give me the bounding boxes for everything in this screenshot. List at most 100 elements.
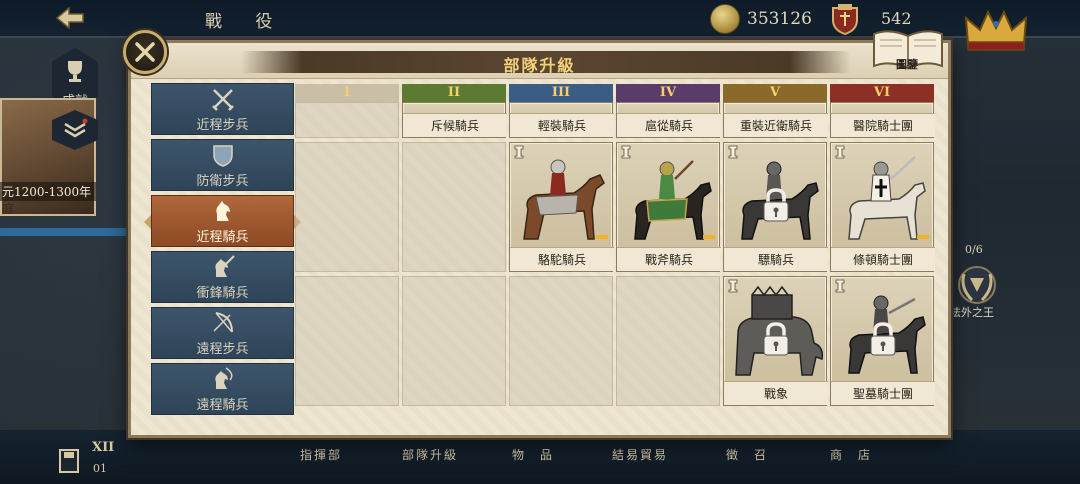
unit-card[interactable]: 輕裝騎兵 (509, 102, 614, 138)
era-label: 元1200-1300年 (0, 182, 96, 201)
camel-rider-icon (523, 159, 605, 240)
empty-slot (295, 102, 399, 138)
nav-trade[interactable]: 結易貿易 (612, 446, 668, 463)
unit-name: 駱駝騎兵 (510, 247, 614, 271)
modal-header: 部隊升級 (131, 43, 948, 79)
nav-upgrade[interactable]: 部隊升級 (402, 446, 458, 463)
coin-value: 353126 (747, 9, 812, 29)
coin-icon (710, 4, 740, 34)
tier-header-2: II (402, 84, 506, 102)
page-title: 戰 役 (205, 12, 287, 32)
lock-icon (763, 188, 789, 222)
unit-card[interactable]: 戰象 (723, 276, 828, 406)
tier-column-6: 醫院騎士團 條頓騎士團 聖墓騎士團 (830, 102, 935, 435)
unit-card[interactable]: 條頓騎士團 (830, 142, 935, 272)
unit-card[interactable]: 斥候騎兵 (402, 102, 507, 138)
save-icon[interactable] (58, 448, 80, 474)
axe-rider-icon (634, 160, 712, 240)
unit-card[interactable]: 聖墓騎士團 (830, 276, 935, 406)
bow-icon (212, 311, 233, 332)
chapter-number: XII (92, 440, 115, 455)
bottom-nav: 指揮部 部隊升級 物 品 結易貿易 徵 召 商 店 (290, 440, 890, 480)
category-ranged-infantry[interactable]: 遠程步兵 (151, 307, 294, 359)
troop-upgrade-modal: 部隊升級 近程步兵 防衛步兵 近程騎兵 衝鋒騎兵 遠程步兵 遠程騎兵 I II … (128, 40, 951, 438)
category-label: 防衛步兵 (196, 173, 249, 189)
category-label: 遠程步兵 (196, 341, 249, 357)
empty-slot (616, 276, 720, 406)
back-button[interactable] (40, 2, 100, 34)
empty-slot (402, 276, 506, 406)
category-label: 近程步兵 (196, 117, 249, 133)
category-label: 衝鋒騎兵 (196, 285, 249, 301)
empty-slot (295, 276, 399, 406)
category-defense-infantry[interactable]: 防衛步兵 (151, 139, 294, 191)
unit-name: 輕裝騎兵 (510, 113, 614, 137)
unit-card[interactable]: 戰斧騎兵 (616, 142, 721, 272)
rank-bar (917, 235, 929, 239)
badge-label: 法外之王 (950, 306, 994, 319)
rank-bar (703, 235, 715, 239)
back-arrow-icon (55, 6, 84, 30)
nav-recruit[interactable]: 徵 召 (726, 446, 768, 463)
unit-name: 聖墓騎士團 (831, 381, 935, 405)
empty-slot (295, 142, 399, 272)
unit-card[interactable]: 驃騎兵 (723, 142, 828, 272)
trophy-icon (68, 61, 82, 82)
category-melee-cavalry[interactable]: 近程騎兵 (144, 195, 301, 247)
teutonic-knight-icon (848, 156, 926, 240)
crest-icon (832, 4, 858, 36)
category-melee-infantry[interactable]: 近程步兵 (151, 83, 294, 135)
tier-column-4: 扈從騎兵 戰斧騎兵 (616, 102, 721, 435)
lock-icon (870, 322, 896, 356)
unit-name: 醫院騎士團 (831, 113, 935, 137)
unit-name: 扈從騎兵 (617, 113, 721, 137)
modal-title: 部隊升級 (503, 56, 576, 75)
chapter-page: 01 (93, 462, 107, 475)
category-list: 近程步兵 防衛步兵 近程騎兵 衝鋒騎兵 遠程步兵 遠程騎兵 (144, 83, 301, 418)
unit-card[interactable]: 醫院騎士團 (830, 102, 935, 138)
nav-shop[interactable]: 商 店 (830, 446, 872, 463)
progress-strip (0, 228, 130, 236)
tier-header-6: VI (830, 84, 934, 102)
unit-name: 斥候騎兵 (403, 113, 507, 137)
tier-column-1 (295, 102, 399, 435)
shield-icon (212, 144, 233, 167)
category-ranged-cavalry[interactable]: 遠程騎兵 (151, 363, 294, 415)
tier-headers: I II III IV V VI (295, 84, 935, 102)
empty-slot (509, 276, 613, 406)
crossed-swords-icon (211, 88, 234, 111)
layers-icon (64, 118, 88, 138)
category-label: 遠程騎兵 (196, 397, 249, 413)
close-button[interactable] (123, 30, 167, 74)
tier-header-1: I (295, 84, 399, 102)
crown-icon[interactable] (962, 4, 1030, 54)
lock-icon (763, 322, 789, 356)
atlas-label: 圖鑒 (896, 58, 918, 71)
tier-column-3: 輕裝騎兵 駱駝騎兵 (509, 102, 614, 435)
tier-column-2: 斥候騎兵 (402, 102, 507, 435)
unit-name: 重裝近衛騎兵 (724, 113, 828, 137)
era-sub-label: 庭 (2, 202, 15, 216)
unit-name: 條頓騎士團 (831, 247, 935, 271)
unit-card[interactable]: 扈從騎兵 (616, 102, 721, 138)
nav-command[interactable]: 指揮部 (300, 446, 342, 463)
unit-card[interactable]: 重裝近衛騎兵 (723, 102, 828, 138)
lance-horse-icon (214, 254, 235, 277)
rank-bar (596, 235, 608, 239)
unit-name: 戰斧騎兵 (617, 247, 721, 271)
nav-items[interactable]: 物 品 (512, 446, 554, 463)
empty-slot (402, 142, 506, 272)
tier-column-5: 重裝近衛騎兵 驃騎兵 戰象 (723, 102, 828, 435)
unit-card[interactable]: 駱駝騎兵 (509, 142, 614, 272)
close-icon (135, 42, 155, 62)
unit-name: 驃騎兵 (724, 247, 828, 271)
unit-name: 戰象 (724, 381, 828, 405)
tier-header-4: IV (616, 84, 720, 102)
badge-count: 0/6 (965, 243, 983, 256)
tier-header-5: V (723, 84, 827, 102)
category-charge-cavalry[interactable]: 衝鋒騎兵 (151, 251, 294, 303)
horse-archer-icon (214, 366, 233, 389)
tier-header-3: III (509, 84, 613, 102)
category-label: 近程騎兵 (196, 229, 249, 245)
knight-horse-icon (215, 200, 230, 221)
